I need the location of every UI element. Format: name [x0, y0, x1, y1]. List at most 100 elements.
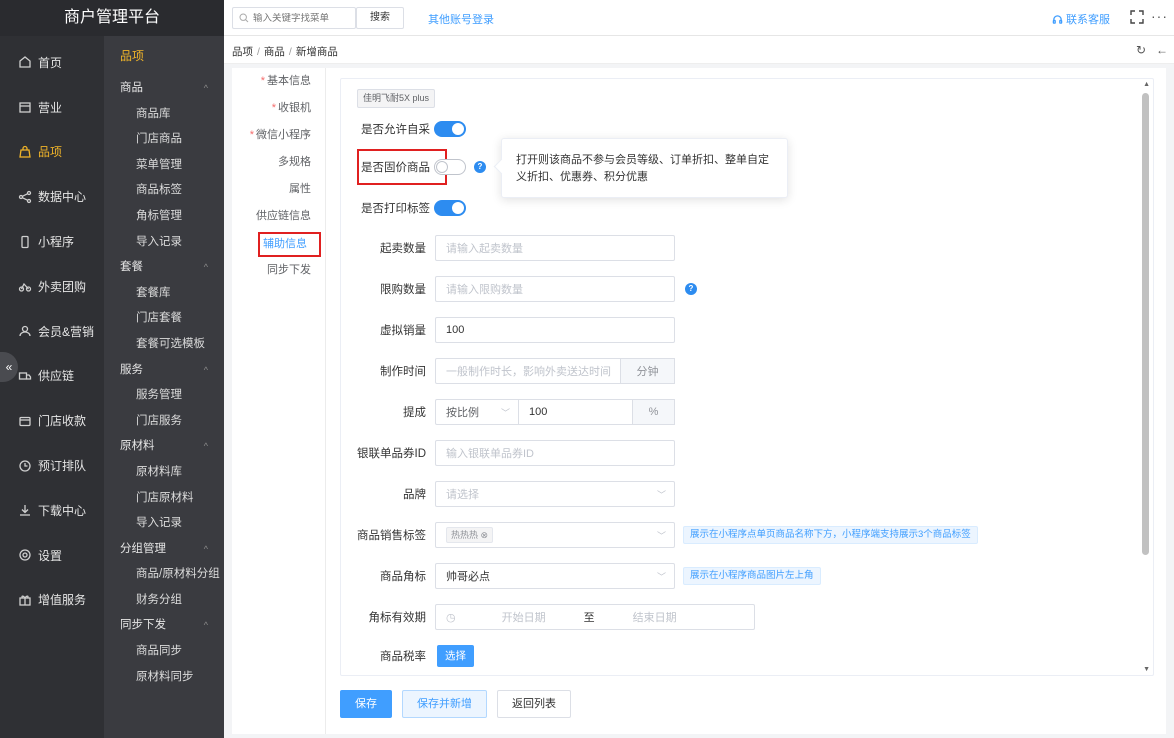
form-tab[interactable]: 属性 — [232, 176, 325, 203]
top-header: 搜索 其他账号登录 联系客服 ··· — [224, 0, 1174, 36]
menu-group[interactable]: 套餐 ^ — [104, 255, 224, 281]
breadcrumb-item[interactable]: 商品 — [264, 46, 285, 58]
corner-valid-daterange[interactable]: ◷ 开始日期 至 结束日期 — [435, 604, 755, 630]
fixed-price-tooltip: 打开则该商品不参与会员等级、订单折扣、整单自定义折扣、优惠券、积分优惠 — [501, 138, 788, 198]
form-tab[interactable]: 同步下发 — [232, 257, 325, 284]
limit-qty-help-icon[interactable]: ? — [685, 283, 697, 295]
commission-unit: % — [633, 399, 675, 425]
form-tab[interactable]: 供应链信息 — [232, 203, 325, 230]
nav-item[interactable]: 下载中心 — [0, 488, 104, 533]
menu-item[interactable]: 角标管理 — [104, 204, 224, 230]
menu-item[interactable]: 门店原材料 — [104, 486, 224, 512]
menu-group[interactable]: 分组管理 ^ — [104, 537, 224, 563]
save-button[interactable]: 保存 — [340, 690, 392, 718]
end-date-placeholder[interactable]: 结束日期 — [615, 609, 695, 625]
menu-item[interactable]: 导入记录 — [104, 511, 224, 537]
nav-item[interactable]: 设置 — [0, 533, 104, 578]
menu-item[interactable]: 服务管理 — [104, 383, 224, 409]
chevron-down-icon: ﹀ — [656, 571, 666, 582]
form-tab[interactable]: * 基本信息 — [232, 68, 325, 95]
menu-item[interactable]: 门店商品 — [104, 127, 224, 153]
nav-item[interactable]: 小程序 — [0, 219, 104, 264]
menu-item[interactable]: 套餐可选模板 — [104, 332, 224, 358]
back-arrow-icon[interactable]: ← — [1156, 43, 1168, 57]
form-tab[interactable]: * 微信小程序 — [232, 122, 325, 149]
scrollbar[interactable] — [1142, 93, 1149, 555]
menu-item[interactable]: 原材料同步 — [104, 665, 224, 691]
scroll-up-arrow[interactable]: ▲ — [1143, 81, 1150, 88]
sales-tag-select[interactable]: 热热热 ⊗ ﹀ — [435, 522, 675, 548]
form-tab[interactable]: 辅助信息 — [258, 232, 321, 257]
nav-item[interactable]: 数据中心 — [0, 174, 104, 219]
help-icon[interactable]: ? — [474, 161, 486, 173]
menu-item[interactable]: 菜单管理 — [104, 153, 224, 179]
menu-group[interactable]: 商品 ^ — [104, 76, 224, 102]
menu-group[interactable]: 原材料 ^ — [104, 434, 224, 460]
menu-item[interactable]: 商品标签 — [104, 178, 224, 204]
fixed-price-switch[interactable] — [434, 159, 466, 175]
allow-self-purchase-switch[interactable] — [434, 121, 466, 137]
bike-icon — [18, 279, 32, 293]
menu-item[interactable]: 套餐库 — [104, 281, 224, 307]
back-to-list-button[interactable]: 返回列表 — [497, 690, 571, 718]
refresh-icon[interactable]: ↻ — [1136, 43, 1146, 57]
mobile-icon — [18, 235, 32, 249]
nav-item[interactable]: 门店收款 — [0, 398, 104, 443]
scroll-down-arrow[interactable]: ▼ — [1143, 666, 1150, 673]
allow-self-purchase-label: 是否允许自采 — [361, 124, 430, 136]
form-tab[interactable]: * 收银机 — [232, 95, 325, 122]
menu-item[interactable]: 导入记录 — [104, 230, 224, 256]
min-qty-input[interactable]: 请输入起卖数量 — [435, 235, 675, 261]
form-tab[interactable]: 多规格 — [232, 149, 325, 176]
tax-select-button[interactable]: 选择 — [437, 645, 474, 667]
nav-item[interactable]: 预订排队 — [0, 443, 104, 488]
menu-item[interactable]: 门店套餐 — [104, 306, 224, 332]
print-label-switch[interactable] — [434, 200, 466, 216]
corner-mark-select[interactable]: 帅哥必点 ﹀ — [435, 563, 675, 589]
search-button[interactable]: 搜索 — [356, 7, 404, 29]
commission-value-input[interactable]: 100 — [519, 399, 633, 425]
nav-item-label: 下载中心 — [38, 503, 87, 518]
form-card: 佳明飞耐5X plus 是否允许自采 是否固价商品 ? 打开则该商品不参与会员等… — [340, 78, 1154, 676]
menu-group[interactable]: 同步下发 ^ — [104, 613, 224, 639]
virtual-sales-label: 虚拟销量 — [380, 325, 426, 337]
save-and-new-button[interactable]: 保存并新增 — [402, 690, 487, 718]
nav-item[interactable]: 外卖团购 — [0, 264, 104, 309]
virtual-sales-input[interactable]: 100 — [435, 317, 675, 343]
close-icon[interactable]: ⊗ — [481, 528, 489, 542]
nav-item[interactable]: 首页 — [0, 40, 104, 85]
unionpay-id-input[interactable]: 输入银联单品券ID — [435, 440, 675, 466]
menu-item[interactable]: 商品同步 — [104, 639, 224, 665]
nav-item[interactable]: 品项 — [0, 130, 104, 175]
nav-item[interactable]: 营业 — [0, 85, 104, 130]
other-account-login-link[interactable]: 其他账号登录 — [428, 11, 494, 27]
unionpay-id-label: 银联单品券ID — [357, 448, 426, 460]
corner-mark-label: 商品角标 — [380, 571, 426, 583]
limit-qty-input[interactable]: 请输入限购数量 — [435, 276, 675, 302]
nav-item-label: 设置 — [38, 548, 63, 563]
sales-tag-chip[interactable]: 热热热 ⊗ — [446, 527, 494, 543]
contact-support-link[interactable]: 联系客服 — [1052, 11, 1110, 27]
make-time-unit: 分钟 — [621, 358, 675, 384]
menu-group-label: 套餐 — [120, 261, 143, 274]
menu-group[interactable]: 服务 ^ — [104, 358, 224, 384]
menu-item[interactable]: 商品库 — [104, 102, 224, 128]
menu-search-box[interactable] — [232, 7, 356, 29]
start-date-placeholder[interactable]: 开始日期 — [484, 609, 564, 625]
fullscreen-icon[interactable] — [1130, 10, 1144, 24]
menu-item[interactable]: 财务分组 — [104, 588, 224, 614]
brand-select[interactable]: 请选择 ﹀ — [435, 481, 675, 507]
commission-mode-select[interactable]: 按比例 ﹀ — [435, 399, 519, 425]
menu-search-input[interactable] — [253, 12, 353, 24]
menu-item[interactable]: 商品/原材料分组 — [104, 562, 224, 588]
menu-item[interactable]: 原材料库 — [104, 460, 224, 486]
menu-item[interactable]: 门店服务 — [104, 409, 224, 435]
breadcrumb-row: 品项 / 商品 / 新增商品 ↻ ← — [224, 36, 1174, 64]
more-icon[interactable]: ··· — [1151, 8, 1168, 24]
nav-item[interactable]: 增值服务 — [0, 578, 104, 623]
breadcrumb-item[interactable]: 品项 — [232, 46, 253, 58]
secondary-sidebar: 品项 商品 ^ 商品库 门店商品 菜单管理 商品标签 角标管理 导入记录 套餐 ^ 套餐库 门店套餐套… — [104, 36, 224, 738]
form-area: 佳明飞耐5X plus 是否允许自采 是否固价商品 ? 打开则该商品不参与会员等… — [326, 68, 1166, 734]
nav-item[interactable]: 会员&营销 — [0, 309, 104, 354]
make-time-input[interactable]: 一般制作时长，影响外卖送达时间 — [435, 358, 621, 384]
